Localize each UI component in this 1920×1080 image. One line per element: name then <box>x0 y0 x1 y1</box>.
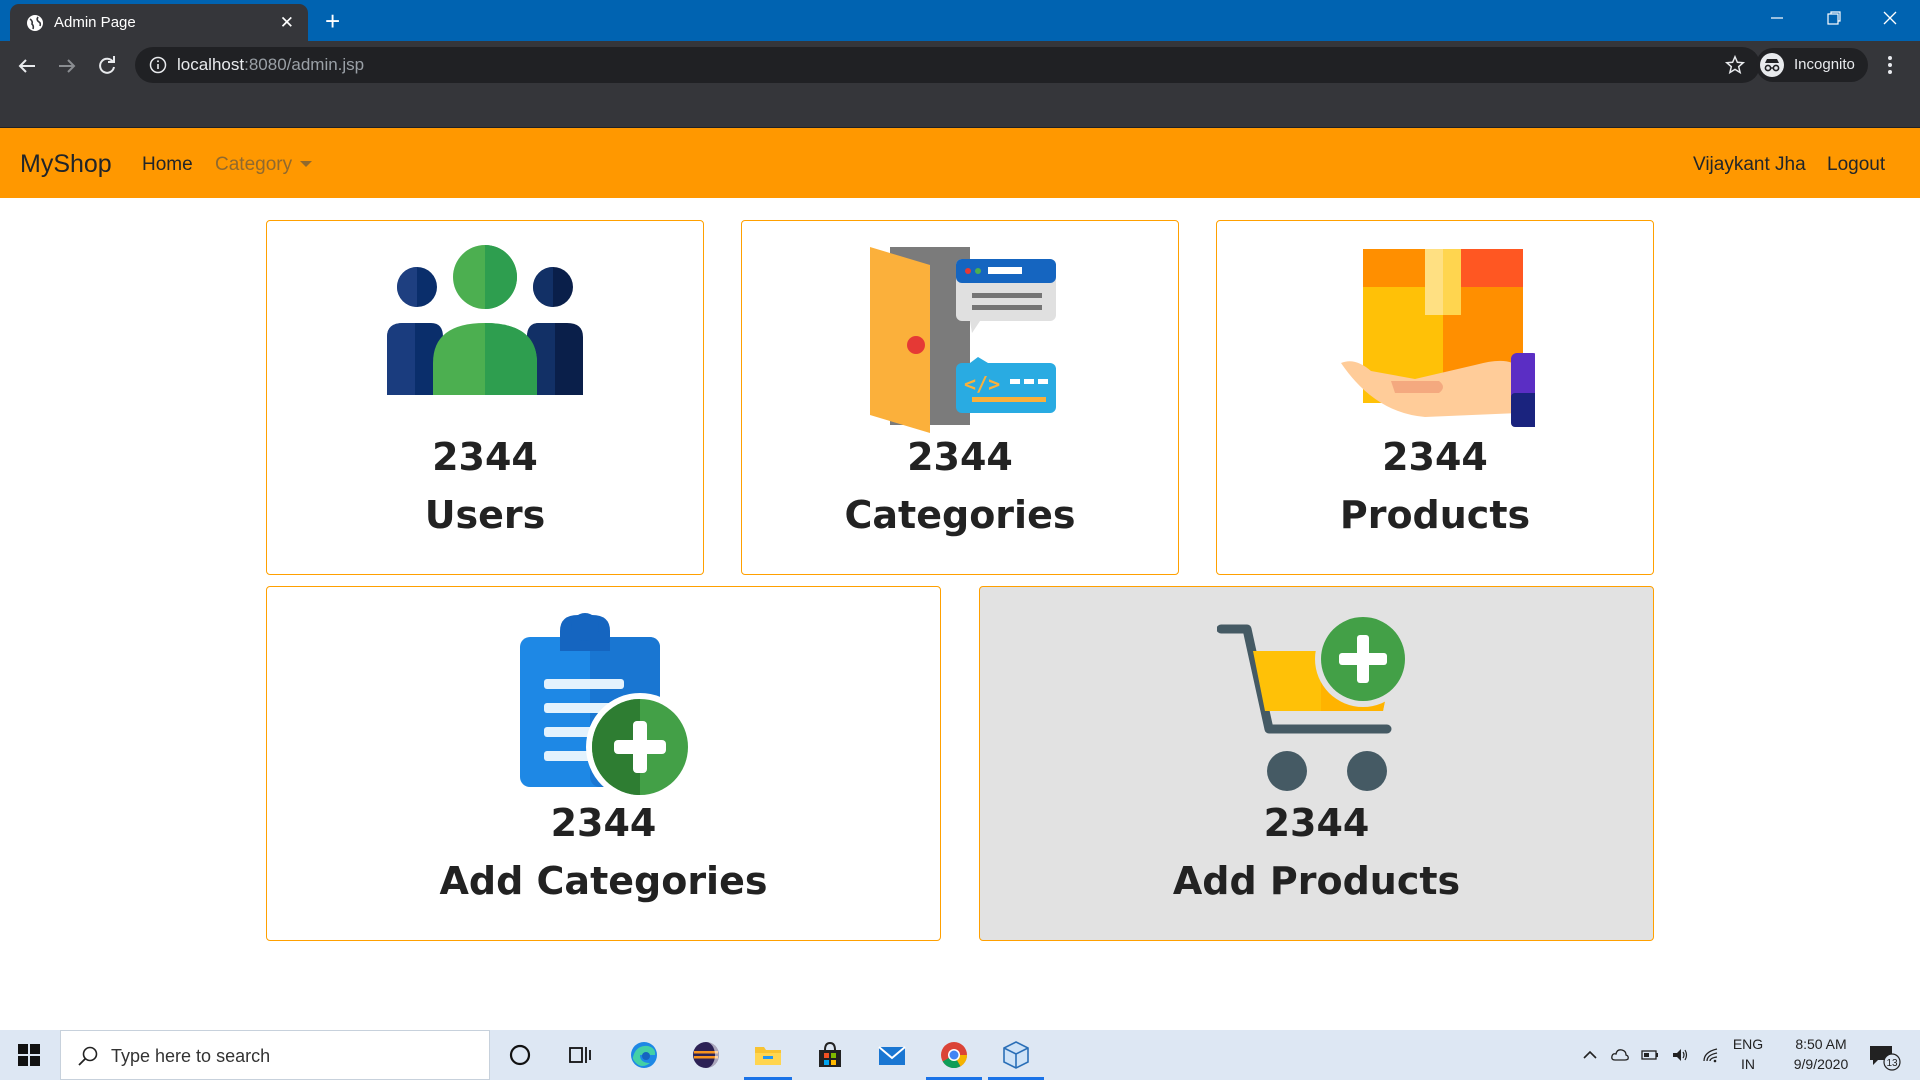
bookmark-star-icon[interactable] <box>1724 54 1746 76</box>
mail-icon[interactable] <box>876 1039 908 1071</box>
incognito-icon <box>1760 53 1784 77</box>
more-menu-icon[interactable] <box>1885 53 1895 77</box>
browser-titlebar: Admin Page ✕ + <box>0 0 1920 41</box>
site-navbar: MyShop Home Category Vijaykant Jha Logou… <box>0 128 1920 198</box>
categories-label: Categories <box>844 493 1076 537</box>
windows-start-icon[interactable] <box>18 1044 40 1066</box>
globe-icon <box>27 15 43 31</box>
url-text[interactable]: localhost:8080/admin.jsp <box>177 55 364 75</box>
info-icon[interactable] <box>149 56 167 74</box>
category-door-icon: </> <box>870 247 1056 433</box>
caret-down-icon <box>300 161 313 167</box>
users-card[interactable]: 2344 Users <box>266 220 704 575</box>
store-icon[interactable] <box>814 1039 846 1071</box>
search-placeholder: Type here to search <box>111 1046 271 1066</box>
product-box-icon <box>1341 249 1535 427</box>
products-count: 2344 <box>1382 435 1488 479</box>
forward-arrow-icon[interactable] <box>55 54 79 78</box>
nav-logout-link[interactable]: Logout <box>1827 154 1885 176</box>
products-card[interactable]: 2344 Products <box>1216 220 1654 575</box>
eclipse-ide-icon[interactable] <box>690 1039 722 1071</box>
products-label: Products <box>1339 493 1531 537</box>
add-products-count: 2344 <box>1263 801 1370 845</box>
add-products-card[interactable]: 2344 Add Products <box>979 586 1654 941</box>
tab-title: Admin Page <box>54 14 136 31</box>
browser-toolbar: localhost:8080/admin.jsp Incognito <box>0 41 1920 128</box>
url-host: localhost <box>177 55 245 74</box>
close-tab-icon[interactable]: ✕ <box>280 13 294 33</box>
users-label: Users <box>424 493 546 537</box>
categories-count: 2344 <box>907 435 1013 479</box>
task-view-icon[interactable] <box>564 1039 596 1071</box>
incognito-label: Incognito <box>1794 56 1855 73</box>
cart-add-icon <box>1216 611 1411 791</box>
reload-icon[interactable] <box>95 54 119 78</box>
cloud-sync-icon[interactable] <box>1610 1045 1630 1065</box>
taskbar-search-box[interactable]: Type here to search <box>60 1030 490 1080</box>
add-products-label: Add Products <box>1172 859 1461 903</box>
add-categories-count: 2344 <box>550 801 657 845</box>
nav-category-dropdown[interactable]: Category <box>215 154 313 176</box>
volume-icon[interactable] <box>1670 1045 1690 1065</box>
windows-taskbar: Type here to search ENG IN 8:50 AM 9/9/2… <box>0 1030 1920 1080</box>
search-icon <box>78 1046 98 1066</box>
close-window-icon[interactable] <box>1878 6 1902 30</box>
users-icon <box>387 245 583 395</box>
svg-text:</>: </> <box>964 372 1000 396</box>
wifi-icon[interactable] <box>1701 1045 1721 1065</box>
chrome-icon[interactable] <box>938 1039 970 1071</box>
categories-card[interactable]: </> 2344 Categories <box>741 220 1179 575</box>
clipboard-add-icon <box>519 613 694 801</box>
restore-icon[interactable] <box>1822 6 1846 30</box>
language-code[interactable]: ENG <box>1730 1036 1766 1052</box>
minimize-icon[interactable] <box>1765 6 1789 30</box>
nav-user-name[interactable]: Vijaykant Jha <box>1693 154 1806 176</box>
chevron-up-icon[interactable] <box>1580 1045 1600 1065</box>
brand-logo[interactable]: MyShop <box>20 150 112 179</box>
users-count: 2344 <box>432 435 538 479</box>
add-categories-label: Add Categories <box>439 859 768 903</box>
incognito-badge[interactable]: Incognito <box>1756 48 1868 82</box>
new-tab-icon[interactable]: + <box>325 6 340 37</box>
nav-home-link[interactable]: Home <box>142 154 193 176</box>
notification-count: 13 <box>1886 1058 1898 1069</box>
file-explorer-icon[interactable] <box>752 1039 784 1071</box>
address-bar[interactable]: localhost:8080/admin.jsp <box>135 47 1760 83</box>
notification-center-icon[interactable]: 13 <box>1868 1042 1902 1072</box>
clock-time[interactable]: 8:50 AM <box>1776 1036 1866 1052</box>
back-arrow-icon[interactable] <box>15 54 39 78</box>
virtualbox-icon[interactable] <box>1000 1039 1032 1071</box>
edge-browser-icon[interactable] <box>628 1039 660 1071</box>
nav-category-label: Category <box>215 154 293 175</box>
battery-icon[interactable] <box>1640 1045 1660 1065</box>
language-region[interactable]: IN <box>1730 1056 1766 1072</box>
clock-date[interactable]: 9/9/2020 <box>1776 1056 1866 1072</box>
cortana-icon[interactable] <box>504 1039 536 1071</box>
url-path: :8080/admin.jsp <box>244 55 365 74</box>
add-categories-card[interactable]: 2344 Add Categories <box>266 586 941 941</box>
browser-tab[interactable]: Admin Page ✕ <box>10 4 308 41</box>
